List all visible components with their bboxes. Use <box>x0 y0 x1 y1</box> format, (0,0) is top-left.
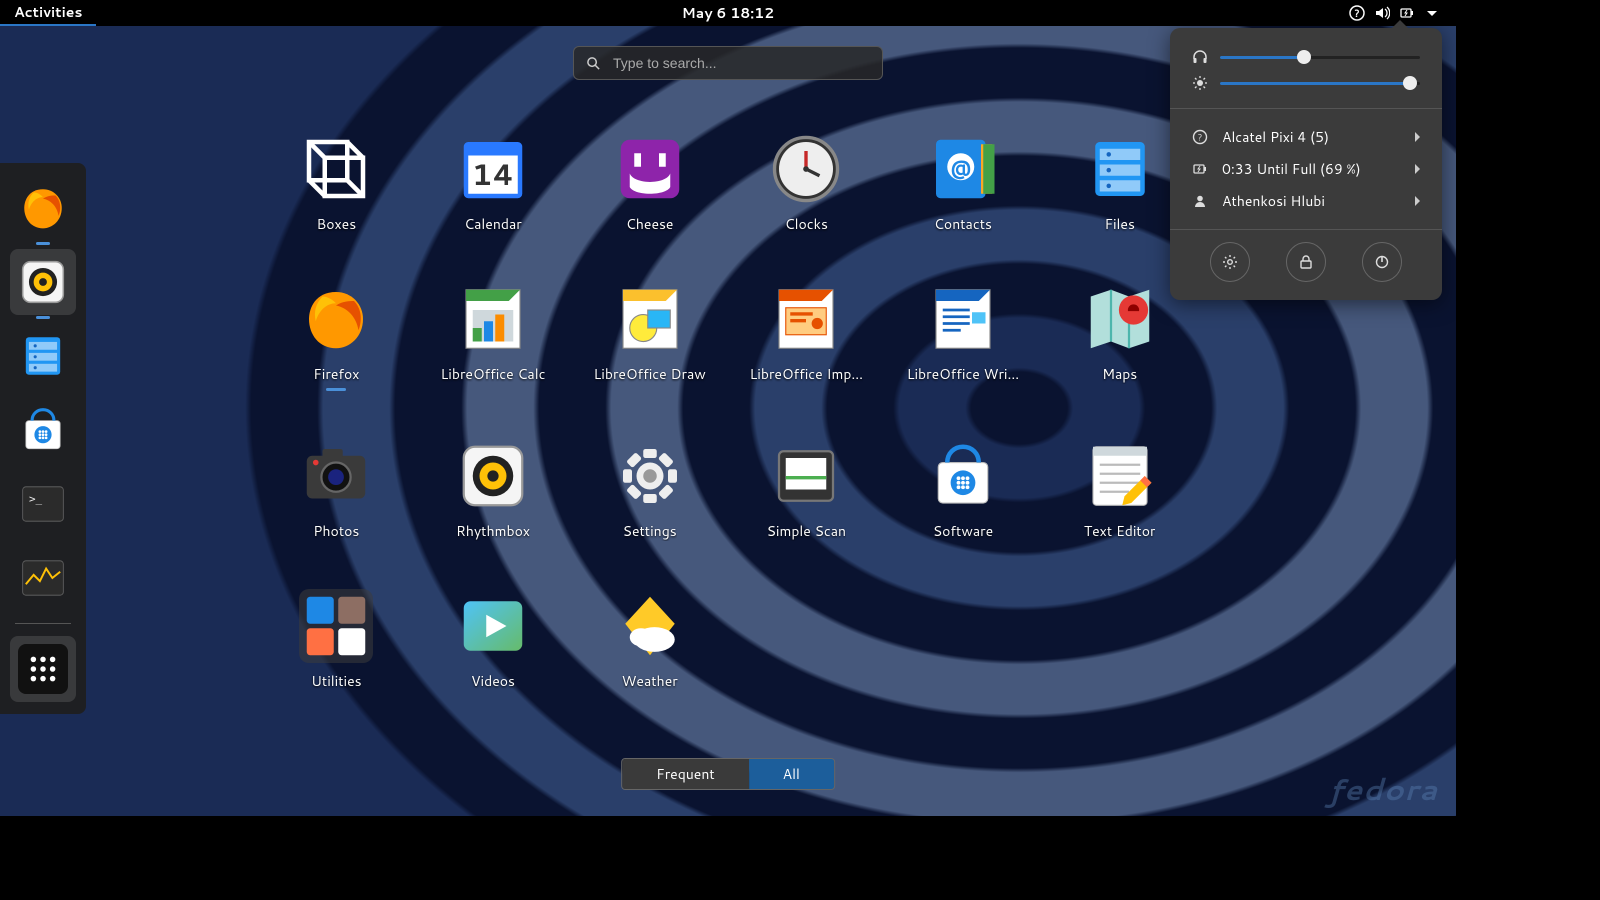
app-clocks[interactable]: Clocks <box>728 132 885 234</box>
help-icon: ? <box>1192 129 1208 145</box>
tab-all[interactable]: All <box>749 759 834 789</box>
menu-row-label: Alcatel Pixi 4 (5) <box>1222 127 1329 147</box>
activities-button[interactable]: Activities <box>0 0 96 26</box>
app-label: Boxes <box>317 214 357 234</box>
app-label: LibreOffice Draw <box>594 364 706 384</box>
svg-text:>_: >_ <box>29 492 43 505</box>
menu-row-help[interactable]: ? Alcatel Pixi 4 (5) <box>1170 121 1442 153</box>
volume-icon[interactable] <box>1374 5 1390 21</box>
app-firefox[interactable]: Firefox <box>258 282 415 391</box>
app-videos[interactable]: Videos <box>415 589 572 691</box>
settings-button[interactable] <box>1210 242 1250 282</box>
app-settings[interactable]: Settings <box>571 439 728 541</box>
search-field[interactable] <box>573 46 883 80</box>
headphones-icon <box>1192 49 1208 65</box>
chevron-down-icon[interactable] <box>1424 5 1440 21</box>
svg-text:?: ? <box>1354 7 1359 21</box>
app-utilities[interactable]: Utilities <box>258 589 415 691</box>
dash-terminal[interactable]: >_ <box>10 471 76 537</box>
app-rhythmbox[interactable]: Rhythmbox <box>415 439 572 541</box>
dash-rhythmbox[interactable] <box>10 249 76 315</box>
app-draw[interactable]: LibreOffice Draw <box>571 282 728 391</box>
volume-slider[interactable] <box>1170 44 1442 70</box>
lock-button[interactable] <box>1286 242 1326 282</box>
user-icon <box>1192 193 1208 209</box>
dash-firefox[interactable] <box>10 175 76 241</box>
app-label: Simple Scan <box>767 521 847 541</box>
app-label: Settings <box>623 521 677 541</box>
svg-text:14: 14 <box>471 154 514 195</box>
search-icon <box>586 56 601 71</box>
app-label: Videos <box>471 671 515 691</box>
app-calc[interactable]: LibreOffice Calc <box>415 282 572 391</box>
batt-icon <box>1192 161 1208 177</box>
svg-text:?: ? <box>1198 131 1203 144</box>
app-label: LibreOffice Calc <box>441 364 546 384</box>
app-calendar[interactable]: 14 Calendar <box>415 132 572 234</box>
svg-text:@: @ <box>950 153 971 182</box>
system-menu: ? Alcatel Pixi 4 (5) 0:33 Until Full (69 %… <box>1170 28 1442 300</box>
desktop: Activities May 6 18:12 ? >_ Boxes 14 Calen… <box>0 0 1456 816</box>
app-label: Cheese <box>626 214 674 234</box>
help-icon[interactable]: ? <box>1349 5 1365 21</box>
app-label: Maps <box>1102 364 1137 384</box>
brightness-slider[interactable] <box>1170 70 1442 96</box>
app-label: Photos <box>313 521 359 541</box>
dash-sysmon[interactable] <box>10 545 76 611</box>
app-label: Weather <box>622 671 678 691</box>
app-software[interactable]: Software <box>885 439 1042 541</box>
app-label: Text Editor <box>1084 521 1156 541</box>
battery-icon[interactable] <box>1399 5 1415 21</box>
app-weather[interactable]: Weather <box>571 589 728 691</box>
chevron-right-icon <box>1415 164 1420 174</box>
app-label: Clocks <box>785 214 828 234</box>
search-input[interactable] <box>611 54 870 72</box>
menu-row-user[interactable]: Athenkosi Hlubi <box>1170 185 1442 217</box>
top-bar: Activities May 6 18:12 ? <box>0 0 1456 26</box>
system-menu-actions <box>1170 242 1442 282</box>
app-cheese[interactable]: Cheese <box>571 132 728 234</box>
dash-files[interactable] <box>10 323 76 389</box>
app-label: Firefox <box>313 364 359 384</box>
fedora-watermark: fedora <box>1329 767 1438 810</box>
menu-row-label: Athenkosi Hlubi <box>1222 191 1325 211</box>
app-label: Software <box>933 521 993 541</box>
app-scan[interactable]: Simple Scan <box>728 439 885 541</box>
tab-frequent[interactable]: Frequent <box>622 759 749 789</box>
app-label: LibreOffice Wri… <box>907 364 1020 384</box>
menu-row-label: 0:33 Until Full (69 %) <box>1222 159 1361 179</box>
app-gedit[interactable]: Text Editor <box>1041 439 1198 541</box>
chevron-right-icon <box>1415 196 1420 206</box>
show-apps-button[interactable] <box>10 636 76 702</box>
clock[interactable]: May 6 18:12 <box>682 3 774 23</box>
frequent-all-toggle: Frequent All <box>621 758 835 790</box>
app-writer[interactable]: LibreOffice Wri… <box>885 282 1042 391</box>
app-photos[interactable]: Photos <box>258 439 415 541</box>
app-label: Files <box>1104 214 1134 234</box>
app-label: Utilities <box>311 671 362 691</box>
dash-software[interactable] <box>10 397 76 463</box>
app-label: Rhythmbox <box>456 521 530 541</box>
app-label: LibreOffice Imp… <box>750 364 864 384</box>
power-button[interactable] <box>1362 242 1402 282</box>
system-tray: ? <box>1349 5 1456 21</box>
app-boxes[interactable]: Boxes <box>258 132 415 234</box>
dash: >_ <box>0 163 86 714</box>
brightness-icon <box>1192 75 1208 91</box>
app-grid: Boxes 14 Calendar Cheese Clocks @ Contacts File… <box>258 132 1198 691</box>
app-label: Contacts <box>934 214 992 234</box>
menu-row-batt[interactable]: 0:33 Until Full (69 %) <box>1170 153 1442 185</box>
chevron-right-icon <box>1415 132 1420 142</box>
app-label: Calendar <box>464 214 522 234</box>
app-contacts[interactable]: @ Contacts <box>885 132 1042 234</box>
app-impress[interactable]: LibreOffice Imp… <box>728 282 885 391</box>
